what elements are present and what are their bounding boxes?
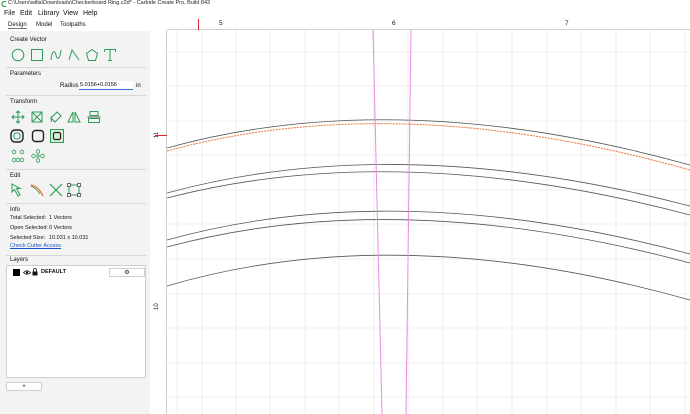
- vertical-ruler: 11 10: [150, 30, 167, 414]
- layer-name: DEFAULT: [41, 269, 66, 275]
- ruler-label-7: 7: [565, 20, 569, 27]
- menu-bar: File Edit Library View Help: [0, 9, 690, 19]
- align-icon[interactable]: [87, 110, 101, 124]
- app-window: C:\Users\willa\Downloads\Checkerboard Ri…: [0, 0, 690, 414]
- create-vector-header: Create Vector: [10, 37, 47, 43]
- selected-size-label: Selected Size:: [10, 235, 46, 241]
- boolean-icon[interactable]: [50, 129, 64, 143]
- transform-header: Transform: [10, 99, 38, 105]
- text-icon[interactable]: [103, 48, 117, 62]
- rectangle-icon[interactable]: [30, 48, 44, 62]
- layers-list: DEFAULT ⚙: [6, 265, 146, 378]
- bounds-icon[interactable]: [67, 183, 81, 197]
- tab-model[interactable]: Model: [36, 22, 52, 28]
- knife-icon[interactable]: [30, 183, 44, 197]
- ruler-cursor-marker: [198, 19, 199, 30]
- radius-input[interactable]: [79, 81, 133, 90]
- menu-edit[interactable]: Edit: [20, 10, 32, 17]
- layers-header: Layers: [10, 257, 29, 263]
- node-edit-icon[interactable]: [11, 183, 25, 197]
- layer-settings-button[interactable]: ⚙: [109, 268, 145, 277]
- check-cutter-access-link[interactable]: Check Cutter Access: [10, 243, 61, 249]
- section-divider: [6, 95, 146, 96]
- menu-library[interactable]: Library: [38, 10, 59, 17]
- ruler-label-10: 10: [154, 303, 160, 310]
- flip-icon[interactable]: [67, 110, 81, 124]
- offset-icon[interactable]: [10, 129, 24, 143]
- radius-unit: in: [136, 83, 141, 89]
- toolpath-lines: [372, 30, 412, 414]
- grid: [167, 30, 690, 414]
- total-selected-value: 1 Vectors: [49, 215, 72, 221]
- section-divider: [6, 203, 146, 204]
- ring-vectors: [167, 119, 690, 301]
- menu-view[interactable]: View: [63, 10, 78, 17]
- add-layer-button[interactable]: +: [6, 382, 42, 391]
- radius-label: Radius: [60, 83, 79, 89]
- circle-icon[interactable]: [11, 48, 25, 62]
- layer-row[interactable]: DEFAULT ⚙: [11, 268, 145, 277]
- design-canvas[interactable]: 5 6 7 11 10: [150, 19, 690, 414]
- selected-size-value: 10.031 x 10.031: [49, 235, 89, 241]
- fillet-icon[interactable]: [31, 129, 45, 143]
- menu-help[interactable]: Help: [83, 10, 97, 17]
- curve-icon[interactable]: [49, 48, 63, 62]
- parameters-header: Parameters: [10, 71, 42, 77]
- open-selected-label: Open Selected:: [10, 225, 48, 231]
- total-selected-label: Total Selected:: [10, 215, 47, 221]
- section-divider: [6, 255, 146, 256]
- rotate-icon[interactable]: [49, 110, 63, 124]
- scale-icon[interactable]: [30, 110, 44, 124]
- section-divider: [6, 169, 146, 170]
- title-bar: C:\Users\willa\Downloads\Checkerboard Ri…: [0, 0, 690, 9]
- horizontal-ruler: 5 6 7: [167, 19, 690, 30]
- arc-vector[interactable]: [167, 254, 690, 301]
- circular-array-icon[interactable]: [31, 149, 45, 163]
- arc-vector[interactable]: [167, 164, 690, 207]
- design-sidebar: Create Vector Parameters Radius in Trans…: [0, 31, 150, 414]
- polyline-icon[interactable]: [67, 48, 81, 62]
- cut-icon[interactable]: [49, 183, 63, 197]
- ruler-label-6: 6: [392, 20, 396, 27]
- polygon-icon[interactable]: [85, 48, 99, 62]
- mode-tabs: Design Model Toolpaths: [0, 20, 150, 31]
- app-logo-icon: [1, 1, 7, 7]
- move-icon[interactable]: [11, 110, 25, 124]
- visibility-eye-icon[interactable]: [23, 269, 31, 276]
- info-header: Info: [10, 207, 21, 213]
- arc-vector[interactable]: [167, 119, 690, 166]
- ruler-label-5: 5: [219, 20, 223, 27]
- ruler-cursor-marker-v: [155, 135, 167, 136]
- gear-icon: ⚙: [124, 270, 130, 276]
- arc-vector[interactable]: [167, 219, 690, 264]
- open-selected-value: 0 Vectors: [49, 225, 72, 231]
- tab-design[interactable]: Design: [8, 22, 27, 29]
- canvas-drawing[interactable]: [167, 30, 690, 414]
- window-title: C:\Users\willa\Downloads\Checkerboard Ri…: [8, 0, 211, 6]
- layer-color-swatch[interactable]: [13, 269, 20, 276]
- array-icon[interactable]: [11, 149, 25, 163]
- section-divider: [6, 67, 146, 68]
- edit-header: Edit: [10, 173, 21, 179]
- menu-file[interactable]: File: [4, 10, 15, 17]
- arc-vector[interactable]: [167, 171, 690, 216]
- tab-toolpaths[interactable]: Toolpaths: [60, 22, 86, 28]
- lock-icon[interactable]: [32, 268, 38, 276]
- arc-vector[interactable]: [167, 210, 690, 255]
